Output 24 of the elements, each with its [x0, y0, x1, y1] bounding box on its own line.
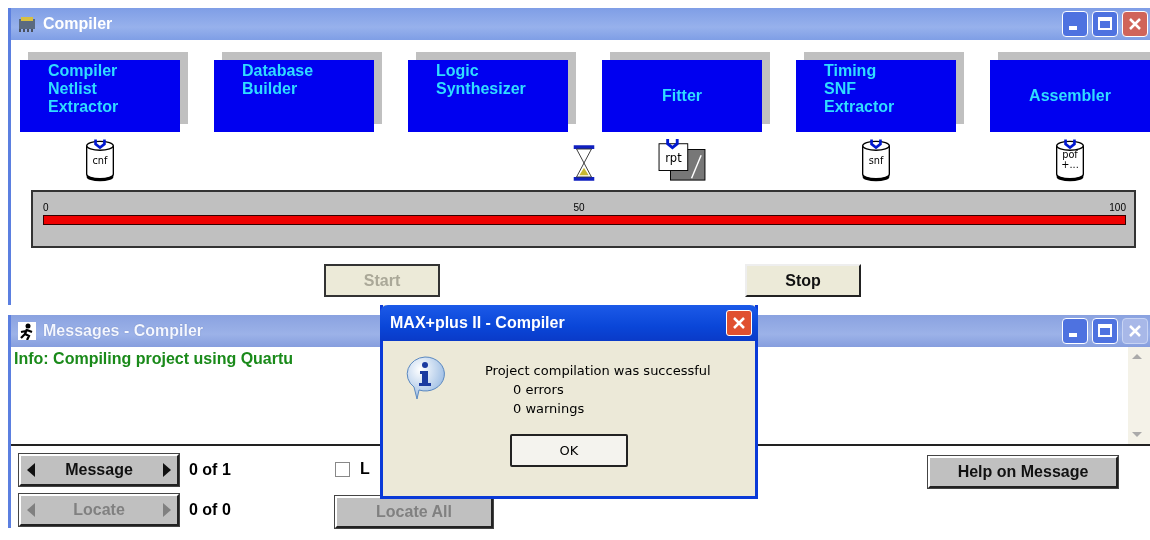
maximize-button[interactable]	[1092, 11, 1118, 37]
minimize-icon	[1069, 26, 1077, 30]
tick-label: 100	[1109, 202, 1126, 215]
minimize-icon	[1069, 333, 1077, 337]
message-count: 0 of 1	[189, 461, 231, 479]
checkbox[interactable]	[335, 461, 350, 477]
locate-count: 0 of 0	[189, 501, 231, 519]
dialog-title: MAX+plus II - Compiler	[390, 314, 565, 332]
help-button[interactable]: Help on Message	[928, 456, 1118, 488]
message-nav-button[interactable]: Message	[19, 454, 179, 486]
window-title: Messages - Compiler	[43, 322, 204, 340]
dialog-message: Project compilation was successful	[485, 362, 711, 380]
ok-button[interactable]: OK	[510, 434, 628, 467]
dialog-message: 0 errors	[512, 381, 565, 399]
checkbox-label[interactable]: L	[360, 460, 370, 478]
scrollbar[interactable]	[1128, 347, 1150, 444]
stop-button[interactable]: Stop	[745, 264, 861, 297]
window-title: Compiler	[43, 15, 113, 33]
running-figure-icon	[17, 322, 37, 340]
minimize-button[interactable]	[1062, 11, 1088, 37]
chip-icon	[17, 15, 37, 33]
tick-label: 50	[573, 202, 585, 215]
dialog-message: 0 warnings	[512, 400, 586, 418]
tick-label: 0	[43, 202, 49, 215]
